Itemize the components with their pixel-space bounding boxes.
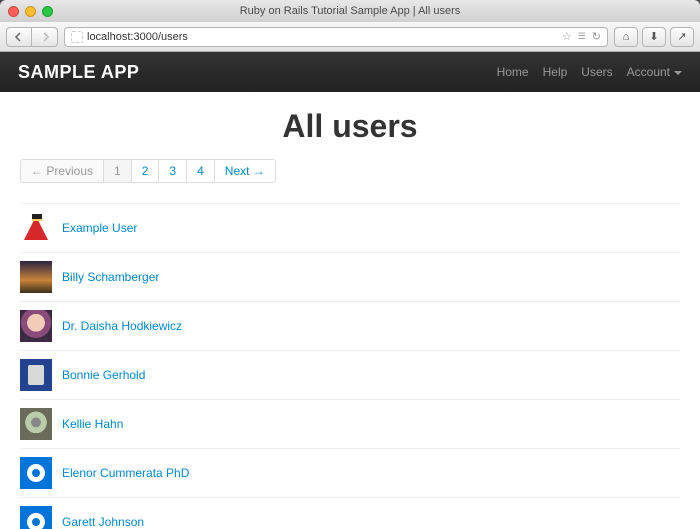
user-row: Garett Johnson xyxy=(20,498,680,529)
nav-users[interactable]: Users xyxy=(581,65,612,79)
pagination-next[interactable]: Next → xyxy=(214,159,276,183)
users-list: Example User Billy Schamberger Dr. Daish… xyxy=(20,203,680,529)
avatar xyxy=(20,261,52,293)
user-row: Kellie Hahn xyxy=(20,400,680,449)
window-title: Ruby on Rails Tutorial Sample App | All … xyxy=(0,5,700,17)
user-row: Example User xyxy=(20,204,680,253)
pagination: ← Previous 1 2 3 4 Next → xyxy=(20,159,680,183)
app-navbar: SAMPLE APP Home Help Users Account xyxy=(0,52,700,92)
url-text: localhost:3000/users xyxy=(87,31,188,43)
chevron-down-icon xyxy=(674,71,682,75)
page-viewport[interactable]: SAMPLE APP Home Help Users Account All u… xyxy=(0,52,700,529)
avatar xyxy=(20,457,52,489)
site-icon xyxy=(71,31,83,43)
nav-links: Home Help Users Account xyxy=(497,65,682,79)
browser-toolbar: localhost:3000/users ☆ ☰ ↻ ⌂ ⬇ ↗ xyxy=(0,22,700,52)
user-row: Bonnie Gerhold xyxy=(20,351,680,400)
user-link[interactable]: Garett Johnson xyxy=(62,515,144,529)
reload-icon[interactable]: ↻ xyxy=(592,30,601,43)
user-row: Dr. Daisha Hodkiewicz xyxy=(20,302,680,351)
avatar xyxy=(20,212,52,244)
nav-home[interactable]: Home xyxy=(497,65,529,79)
user-link[interactable]: Dr. Daisha Hodkiewicz xyxy=(62,319,182,333)
bookmark-star-icon[interactable]: ☆ xyxy=(562,30,572,43)
share-icon[interactable]: ↗ xyxy=(670,27,694,47)
pagination-page-4[interactable]: 4 xyxy=(186,159,215,183)
traffic-lights xyxy=(0,6,53,17)
downloads-icon[interactable]: ⬇ xyxy=(642,27,666,47)
brand-logo[interactable]: SAMPLE APP xyxy=(18,62,139,83)
reader-icon[interactable]: ☰ xyxy=(578,31,586,42)
user-link[interactable]: Example User xyxy=(62,221,137,235)
user-row: Elenor Cummerata PhD xyxy=(20,449,680,498)
url-bar[interactable]: localhost:3000/users ☆ ☰ ↻ xyxy=(64,27,608,47)
user-link[interactable]: Billy Schamberger xyxy=(62,270,159,284)
nav-help[interactable]: Help xyxy=(543,65,568,79)
minimize-window-button[interactable] xyxy=(25,6,36,17)
zoom-window-button[interactable] xyxy=(42,6,53,17)
avatar xyxy=(20,359,52,391)
avatar xyxy=(20,408,52,440)
nav-account-dropdown[interactable]: Account xyxy=(627,65,682,79)
avatar xyxy=(20,506,52,529)
user-link[interactable]: Kellie Hahn xyxy=(62,417,123,431)
back-button[interactable] xyxy=(6,27,32,47)
user-link[interactable]: Bonnie Gerhold xyxy=(62,368,145,382)
pagination-page-3[interactable]: 3 xyxy=(158,159,187,183)
page-title: All users xyxy=(20,108,680,145)
forward-button[interactable] xyxy=(32,27,58,47)
window-titlebar: Ruby on Rails Tutorial Sample App | All … xyxy=(0,0,700,22)
user-row: Billy Schamberger xyxy=(20,253,680,302)
user-link[interactable]: Elenor Cummerata PhD xyxy=(62,466,189,480)
avatar xyxy=(20,310,52,342)
home-icon[interactable]: ⌂ xyxy=(614,27,638,47)
pagination-prev: ← Previous xyxy=(20,159,104,183)
pagination-page-1[interactable]: 1 xyxy=(103,159,132,183)
pagination-page-2[interactable]: 2 xyxy=(131,159,160,183)
close-window-button[interactable] xyxy=(8,6,19,17)
